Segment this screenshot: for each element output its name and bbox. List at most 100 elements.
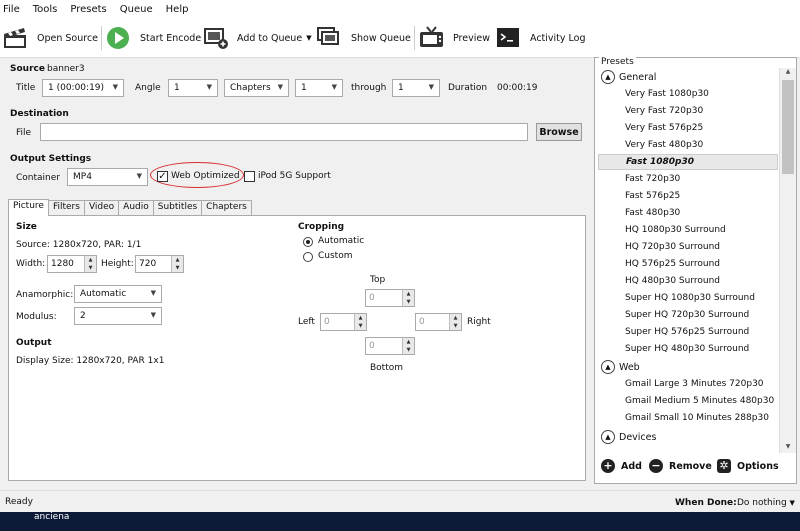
preset-item[interactable]: Gmail Medium 5 Minutes 480p30	[625, 396, 774, 406]
preset-item-selected[interactable]: Fast 1080p30	[598, 154, 778, 170]
web-optimized-checkbox[interactable]: ✓	[157, 171, 168, 182]
preset-item[interactable]: Fast 576p25	[625, 191, 680, 201]
preset-item[interactable]: Fast 720p30	[625, 174, 680, 184]
activity-log-button[interactable]: Activity Log	[496, 24, 586, 52]
menu-presets[interactable]: Presets	[70, 4, 106, 15]
tab-filters[interactable]: Filters	[47, 200, 85, 215]
menu-bar: File Tools Presets Queue Help	[0, 0, 800, 18]
tv-icon	[419, 26, 445, 50]
preset-item[interactable]: Super HQ 1080p30 Surround	[625, 293, 755, 303]
preset-item[interactable]: HQ 576p25 Surround	[625, 259, 720, 269]
menu-help[interactable]: Help	[166, 4, 189, 15]
crop-left-spinner[interactable]: 0 ▲ ▼	[320, 313, 367, 331]
preset-group-web[interactable]: ▲ Web	[601, 360, 640, 374]
ipod-support-label: iPod 5G Support	[258, 171, 331, 181]
title-select[interactable]: 1 (00:00:19) ▼	[42, 79, 124, 97]
output-settings-label: Output Settings	[10, 154, 92, 164]
tab-subtitles[interactable]: Subtitles	[152, 200, 203, 215]
container-select[interactable]: MP4 ▼	[67, 168, 148, 186]
through-label: through	[351, 83, 387, 93]
preset-item[interactable]: Very Fast 1080p30	[625, 89, 709, 99]
spin-down-icon[interactable]: ▼	[450, 322, 461, 330]
preset-group-general[interactable]: ▲ General	[601, 70, 656, 84]
modulus-select[interactable]: 2 ▼	[74, 307, 162, 325]
spin-up-icon[interactable]: ▲	[403, 290, 414, 298]
scroll-up-icon[interactable]: ▲	[780, 68, 796, 78]
scrollbar-thumb[interactable]	[782, 80, 794, 174]
chevron-down-icon: ▼	[150, 311, 156, 319]
toolbar-separator	[414, 26, 415, 50]
remove-preset-button[interactable]: − Remove	[649, 458, 712, 474]
tab-audio[interactable]: Audio	[118, 200, 154, 215]
menu-queue[interactable]: Queue	[120, 4, 153, 15]
tab-chapters[interactable]: Chapters	[201, 200, 252, 215]
crop-bottom-spinner[interactable]: 0 ▲ ▼	[365, 337, 415, 355]
spin-up-icon[interactable]: ▲	[450, 314, 461, 322]
preset-item[interactable]: Very Fast 576p25	[625, 123, 703, 133]
add-preset-button[interactable]: + Add	[601, 458, 642, 474]
preset-item[interactable]: Fast 480p30	[625, 208, 680, 218]
spin-down-icon[interactable]: ▼	[172, 264, 183, 272]
width-spinner[interactable]: 1280 ▲ ▼	[47, 255, 97, 273]
preset-item[interactable]: HQ 480p30 Surround	[625, 276, 720, 286]
preset-item[interactable]: Super HQ 720p30 Surround	[625, 310, 749, 320]
height-label: Height:	[101, 259, 134, 269]
preset-group-devices[interactable]: ▲ Devices	[601, 430, 656, 444]
chapter-start-select[interactable]: 1 ▼	[295, 79, 343, 97]
when-done-select[interactable]: Do nothing ▼	[737, 498, 795, 508]
chapters-mode-select[interactable]: Chapters ▼	[224, 79, 289, 97]
ipod-support-checkbox[interactable]	[244, 171, 255, 182]
crop-automatic-radio[interactable]	[303, 237, 313, 247]
preset-item[interactable]: HQ 720p30 Surround	[625, 242, 720, 252]
spin-down-icon[interactable]: ▼	[403, 346, 414, 354]
preset-item[interactable]: Super HQ 576p25 Surround	[625, 327, 749, 337]
spin-up-icon[interactable]: ▲	[403, 338, 414, 346]
preset-item[interactable]: Very Fast 720p30	[625, 106, 703, 116]
preset-item[interactable]: Gmail Small 10 Minutes 288p30	[625, 413, 769, 423]
tab-video[interactable]: Video	[83, 200, 120, 215]
scroll-down-icon[interactable]: ▼	[780, 443, 796, 453]
crop-custom-radio[interactable]	[303, 252, 313, 262]
spin-up-icon[interactable]: ▲	[355, 314, 366, 322]
file-path-input[interactable]	[40, 123, 528, 141]
angle-label: Angle	[135, 83, 161, 93]
add-to-queue-button[interactable]: Add to Queue ▼	[203, 24, 312, 52]
spin-up-icon[interactable]: ▲	[172, 256, 183, 264]
crop-right-spinner[interactable]: 0 ▲ ▼	[415, 313, 462, 331]
preset-item[interactable]: Gmail Large 3 Minutes 720p30	[625, 379, 764, 389]
when-done-label: When Done:	[675, 498, 737, 508]
crop-right-label: Right	[467, 317, 491, 327]
tab-picture[interactable]: Picture	[8, 199, 49, 216]
minus-icon: −	[649, 459, 663, 473]
crop-bottom-label: Bottom	[370, 363, 404, 373]
crop-top-spinner[interactable]: 0 ▲ ▼	[365, 289, 415, 307]
browse-button[interactable]: Browse	[536, 123, 582, 141]
os-taskbar: anciena	[0, 512, 800, 531]
source-name: banner3	[47, 64, 85, 74]
presets-scrollbar[interactable]: ▲ ▼	[779, 68, 796, 453]
add-queue-icon	[203, 26, 229, 50]
show-queue-button[interactable]: Show Queue	[317, 24, 411, 52]
preview-button[interactable]: Preview	[419, 24, 490, 52]
spin-down-icon[interactable]: ▼	[403, 298, 414, 306]
source-label: Source	[10, 64, 45, 74]
preset-item[interactable]: HQ 1080p30 Surround	[625, 225, 726, 235]
menu-tools[interactable]: Tools	[33, 4, 58, 15]
menu-file[interactable]: File	[3, 4, 20, 15]
chevron-down-icon: ▼	[206, 83, 212, 91]
start-encode-button[interactable]: Start Encode	[106, 24, 201, 52]
spin-up-icon[interactable]: ▲	[85, 256, 96, 264]
spin-down-icon[interactable]: ▼	[355, 322, 366, 330]
open-source-button[interactable]: Open Source	[3, 24, 98, 52]
preset-options-button[interactable]: ✲ Options	[717, 458, 779, 474]
angle-select[interactable]: 1 ▼	[168, 79, 218, 97]
toolbar-separator	[101, 26, 102, 50]
preset-item[interactable]: Super HQ 480p30 Surround	[625, 344, 749, 354]
preset-item[interactable]: Very Fast 480p30	[625, 140, 703, 150]
spin-down-icon[interactable]: ▼	[85, 264, 96, 272]
file-label: File	[16, 128, 32, 138]
height-spinner[interactable]: 720 ▲ ▼	[135, 255, 184, 273]
chapter-end-select[interactable]: 1 ▼	[392, 79, 440, 97]
chevron-down-icon[interactable]: ▼	[306, 34, 311, 42]
anamorphic-select[interactable]: Automatic ▼	[74, 285, 162, 303]
